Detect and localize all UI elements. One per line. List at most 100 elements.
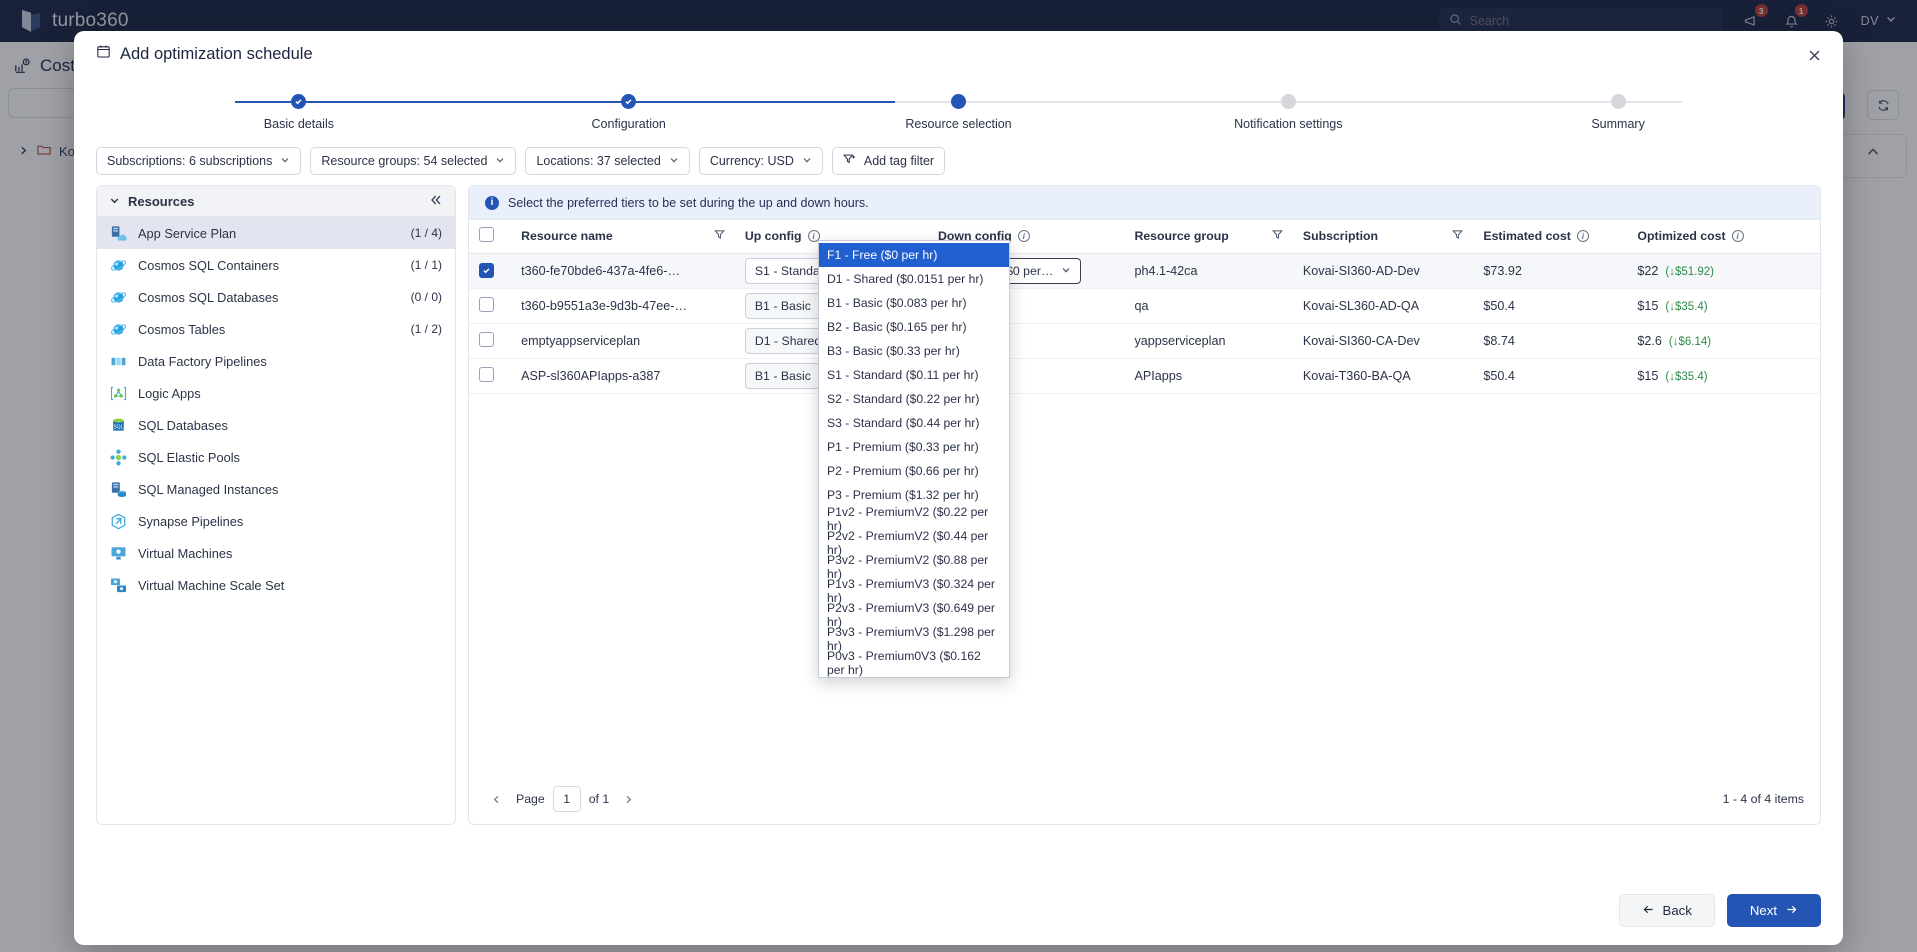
sidebar-item-cosmos-tables[interactable]: Cosmos Tables (1 / 2) (97, 313, 455, 345)
estimated-cost-cell: $73.92 (1473, 253, 1628, 289)
tier-option-14[interactable]: P3v2 - PremiumV2 ($0.88 per hr) (819, 553, 1009, 581)
sidebar-item-sql-managed-instances[interactable]: SQL Managed Instances (97, 473, 455, 505)
resources-table: Resource name Up config i Down config i Resou… (469, 220, 1820, 394)
table-row[interactable]: emptyappserviceplan D1 - Shared yappservic… (469, 323, 1820, 359)
cosmos-icon (110, 289, 127, 306)
filter-chip-label: Add tag filter (863, 154, 935, 168)
filter-chip-1[interactable]: Subscriptions: 6 subscriptions (96, 147, 302, 175)
row-checkbox[interactable] (479, 331, 494, 347)
column-filter-icon[interactable] (1452, 229, 1464, 243)
tier-option-12[interactable]: P1v2 - PremiumV2 ($0.22 per hr) (819, 505, 1009, 533)
column-header-label: Resource name (521, 229, 613, 244)
sidebar-item-app-service-plan[interactable]: App Service Plan (1 / 4) (97, 217, 455, 249)
info-icon[interactable]: i (1017, 230, 1030, 243)
logic-apps-icon (110, 385, 127, 402)
table-row[interactable]: t360-fe70bde6-437a-4fe6-… S1 - Standard (… (469, 253, 1820, 289)
sidebar-item-label: Virtual Machines (138, 545, 233, 561)
tier-option-4[interactable]: B2 - Basic ($0.165 per hr) (819, 315, 1009, 339)
stepper-step-3[interactable]: Resource selection (794, 85, 1124, 131)
sidebar-item-count: (0 / 0) (410, 290, 442, 304)
tier-option-5[interactable]: B3 - Basic ($0.33 per hr) (819, 339, 1009, 363)
tag-filter-icon (842, 153, 856, 169)
sidebar-item-data-factory-pipelines[interactable]: Data Factory Pipelines (97, 345, 455, 377)
tier-option-1[interactable]: F1 - Free ($0 per hr) (819, 243, 1009, 267)
tier-option-9[interactable]: P1 - Premium ($0.33 per hr) (819, 435, 1009, 459)
filter-chip-label: Resource groups: 54 selected (321, 154, 488, 168)
stepper-label: Notification settings (1234, 117, 1343, 131)
tier-option-18[interactable]: P0v3 - Premium0V3 ($0.162 per hr) (819, 649, 1009, 677)
collapse-sidebar-icon[interactable] (429, 193, 443, 210)
tier-option-16[interactable]: P2v3 - PremiumV3 ($0.649 per hr) (819, 601, 1009, 629)
table-body: t360-fe70bde6-437a-4fe6-… S1 - Standard (… (469, 253, 1820, 394)
filter-chip-2[interactable]: Resource groups: 54 selected (310, 147, 517, 175)
info-icon[interactable]: i (1731, 230, 1744, 243)
sidebar-item-sql-elastic-pools[interactable]: SQL Elastic Pools (97, 441, 455, 473)
filter-chip-4[interactable]: Currency: USD (698, 147, 823, 175)
tier-option-6[interactable]: S1 - Standard ($0.11 per hr) (819, 363, 1009, 387)
previous-page-button[interactable] (485, 788, 508, 811)
data-factory-icon (110, 353, 127, 370)
info-icon[interactable]: i (1576, 230, 1589, 243)
tier-option-3[interactable]: B1 - Basic ($0.083 per hr) (819, 291, 1009, 315)
tier-option-15[interactable]: P1v3 - PremiumV3 ($0.324 per hr) (819, 577, 1009, 605)
sidebar-item-synapse-pipelines[interactable]: Synapse Pipelines (97, 505, 455, 537)
tier-option-13[interactable]: P2v2 - PremiumV2 ($0.44 per hr) (819, 529, 1009, 557)
filter-chip-5[interactable]: Add tag filter (831, 147, 946, 175)
dialog-header: Add optimization schedule (74, 31, 1843, 79)
sidebar-item-virtual-machine-scale-set[interactable]: Virtual Machine Scale Set (97, 569, 455, 601)
next-button[interactable]: Next (1726, 894, 1821, 927)
sql-elastic-pool-icon (110, 448, 127, 466)
column-header-subscription: Subscription (1292, 220, 1474, 254)
sidebar-item-cosmos-sql-containers[interactable]: Cosmos SQL Containers (1 / 1) (97, 249, 455, 281)
app-service-plan-icon (110, 225, 127, 242)
tier-option-8[interactable]: S3 - Standard ($0.44 per hr) (819, 411, 1009, 435)
filter-chip-3[interactable]: Locations: 37 selected (525, 147, 690, 175)
page-number-input[interactable] (552, 786, 581, 812)
stepper-step-2[interactable]: Configuration (464, 85, 794, 131)
tier-option-7[interactable]: S2 - Standard ($0.22 per hr) (819, 387, 1009, 411)
filter-bar: Subscriptions: 6 subscriptions Resource g… (74, 141, 1843, 185)
stepper-step-4[interactable]: Notification settings (1123, 85, 1453, 131)
info-banner: i Select the preferred tiers to be set d… (469, 186, 1820, 220)
column-filter-icon[interactable] (1271, 229, 1283, 243)
down-config-dropdown-list[interactable]: F1 - Free ($0 per hr) D1 - Shared ($0.015… (818, 240, 1010, 678)
tier-option-17[interactable]: P3v3 - PremiumV3 ($1.298 per hr) (819, 625, 1009, 653)
stepper-step-1[interactable]: Basic details (134, 85, 464, 131)
table-row[interactable]: t360-b9551a3e-9d3b-47ee-… B1 - Basic qa Kov… (469, 288, 1820, 324)
sidebar-header[interactable]: Resources (97, 186, 455, 217)
up-config-value: D1 - Shared (754, 333, 822, 348)
stepper-dot (950, 94, 966, 109)
optimized-cost-cell: $15 (↓$35.4) (1627, 288, 1820, 324)
items-count-label: 1 - 4 of 4 items (1722, 792, 1804, 806)
subscription-cell: Kovai-SI360-CA-Dev (1292, 323, 1474, 359)
chevron-down-icon (1061, 265, 1071, 277)
sidebar-item-label: Cosmos SQL Databases (138, 289, 279, 305)
close-icon[interactable] (1803, 44, 1825, 66)
tier-option-11[interactable]: P3 - Premium ($1.32 per hr) (819, 483, 1009, 507)
table-row[interactable]: ASP-sl360APIapps-a387 B1 - Basic APIapps Ko… (469, 358, 1820, 394)
chevron-right-icon (626, 795, 632, 803)
back-button[interactable]: Back (1618, 894, 1715, 927)
optimized-cost-value: $15 (1637, 298, 1659, 313)
row-checkbox[interactable] (479, 296, 494, 312)
column-header-label: Resource group (1134, 229, 1229, 244)
sidebar-item-virtual-machines[interactable]: Virtual Machines (97, 537, 455, 569)
stepper-label: Basic details (263, 117, 334, 131)
column-header-estimated-cost: Estimated cost i (1473, 220, 1628, 254)
sidebar-item-cosmos-sql-databases[interactable]: Cosmos SQL Databases (0 / 0) (97, 281, 455, 313)
column-filter-icon[interactable] (713, 229, 725, 243)
sidebar-item-count: (1 / 4) (410, 226, 442, 240)
sidebar-item-sql-databases[interactable]: SQL SQL Databases (97, 409, 455, 441)
next-page-button[interactable] (617, 788, 640, 811)
tier-option-2[interactable]: D1 - Shared ($0.0151 per hr) (819, 267, 1009, 291)
row-checkbox[interactable] (479, 263, 494, 278)
tier-option-10[interactable]: P2 - Premium ($0.66 per hr) (819, 459, 1009, 483)
stepper-step-5[interactable]: Summary (1453, 85, 1783, 131)
row-checkbox[interactable] (479, 366, 494, 382)
savings-value: (↓$35.4) (1665, 370, 1708, 383)
select-all-checkbox[interactable] (479, 227, 494, 243)
sidebar-item-logic-apps[interactable]: Logic Apps (97, 377, 455, 409)
sidebar-item-list: App Service Plan (1 / 4) Cosmos SQL Contai… (97, 217, 455, 601)
subscription-cell: Kovai-SI360-AD-Dev (1292, 253, 1474, 289)
stepper-dot (291, 94, 307, 109)
